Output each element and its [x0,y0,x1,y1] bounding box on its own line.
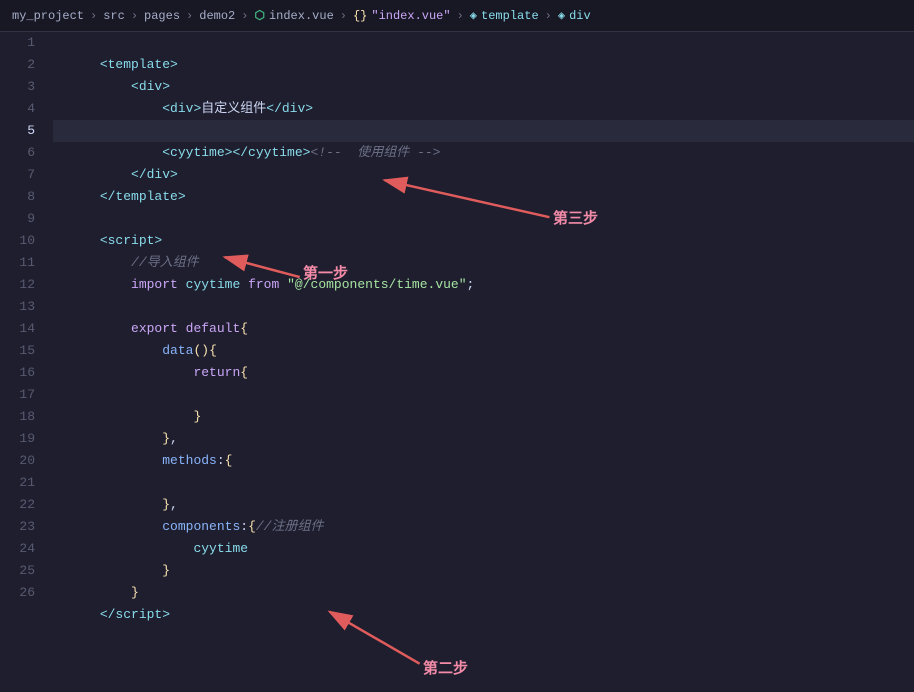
ln-17: 17 [0,384,35,406]
code-line-7: </template> [53,164,914,186]
code-line-15: return{ [53,340,914,362]
line-numbers: 1 2 3 4 5 6 7 8 9 10 11 12 13 14 15 16 1… [0,32,45,692]
annotation-step2: 第二步 [423,657,468,678]
code-line-10: //导入组件 [53,230,914,252]
code-line-6: </div> [53,142,914,164]
ln-21: 21 [0,472,35,494]
ln-11: 11 [0,252,35,274]
ln-6: 6 [0,142,35,164]
ln-3: 3 [0,76,35,98]
ln-13: 13 [0,296,35,318]
code-line-14: data(){ [53,318,914,340]
sep2: › [131,9,138,23]
breadcrumb-component-icon: ◈ [470,8,477,23]
breadcrumb-div: div [569,9,591,23]
sep5: › [340,9,347,23]
sep7: › [545,9,552,23]
code-line-11: import cyytime from "@/components/time.v… [53,252,914,274]
ln-7: 7 [0,164,35,186]
ln-14: 14 [0,318,35,340]
ln-15: 15 [0,340,35,362]
code-line-2: <div> [53,54,914,76]
ln-26: 26 [0,582,35,604]
code-line-9: <script> [53,208,914,230]
code-line-22: components:{//注册组件 [53,494,914,516]
code-line-18: }, [53,406,914,428]
ln-25: 25 [0,560,35,582]
code-line-12 [53,274,914,296]
code-line-5: <cyytime></cyytime><!-- 使用组件 --> [53,120,914,142]
sep4: › [241,9,248,23]
code-line-3: <div>自定义组件</div> [53,76,914,98]
ln-22: 22 [0,494,35,516]
ln-20: 20 [0,450,35,472]
breadcrumb-pages: pages [144,9,180,23]
ln-23: 23 [0,516,35,538]
breadcrumb-src: src [103,9,125,23]
breadcrumb-myproject: my_project [12,9,84,23]
ln-8: 8 [0,186,35,208]
code-line-19: methods:{ [53,428,914,450]
code-line-20 [53,450,914,472]
breadcrumb-component-icon2: ◈ [558,8,565,23]
code-line-25: } [53,560,914,582]
ln-1: 1 [0,32,35,54]
code-line-24: } [53,538,914,560]
breadcrumb-indexvue: index.vue [269,9,334,23]
sep3: › [186,9,193,23]
ln-10: 10 [0,230,35,252]
code-line-13: export default{ [53,296,914,318]
breadcrumb-bar: my_project › src › pages › demo2 › ⬡ ind… [0,0,914,32]
breadcrumb-template: template [481,9,539,23]
ln-19: 19 [0,428,35,450]
ln-4: 4 [0,98,35,120]
ln-2: 2 [0,54,35,76]
ln-16: 16 [0,362,35,384]
code-line-26: </script> [53,582,914,604]
sep1: › [90,9,97,23]
ln-5: 5 [0,120,35,142]
code-line-1: <template> [53,32,914,54]
code-line-8 [53,186,914,208]
code-line-17: } [53,384,914,406]
breadcrumb-indexvue2: "index.vue" [371,9,450,23]
code-line-4: <div>--------------------------------</d… [53,98,914,120]
code-line-21: }, [53,472,914,494]
breadcrumb-brace: {} [353,9,367,23]
breadcrumb-demo2: demo2 [199,9,235,23]
ln-12: 12 [0,274,35,296]
code-line-16 [53,362,914,384]
code-area: <template> <div> <div>自定义组件</div> <div>-… [45,32,914,692]
ln-18: 18 [0,406,35,428]
breadcrumb-vue-icon: ⬡ [254,8,264,23]
ln-9: 9 [0,208,35,230]
code-line-23: cyytime [53,516,914,538]
sep6: › [457,9,464,23]
editor: 1 2 3 4 5 6 7 8 9 10 11 12 13 14 15 16 1… [0,32,914,692]
ln-24: 24 [0,538,35,560]
